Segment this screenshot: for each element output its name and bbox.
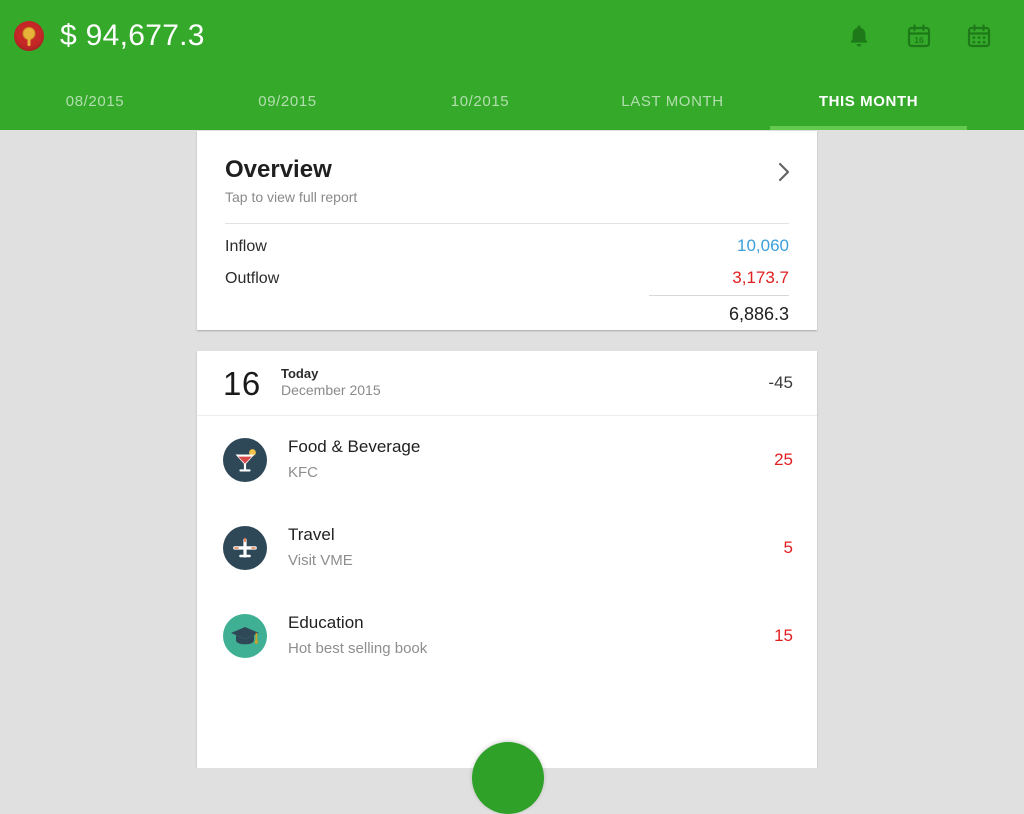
day-summary-amount: -45 — [768, 373, 793, 392]
transaction-amount: 15 — [774, 626, 793, 645]
transaction-text: Education Hot best selling book — [288, 612, 427, 660]
tab-this-month[interactable]: THIS MONTH — [770, 72, 967, 130]
transaction-amount: 5 — [783, 538, 793, 557]
outflow-label: Outflow — [225, 270, 280, 288]
tab-10-2015[interactable]: 10/2015 — [385, 72, 575, 130]
outflow-row: Outflow 3,173.7 — [225, 256, 789, 288]
tab-last-month[interactable]: LAST MONTH — [575, 72, 770, 130]
inflow-value: 10,060 — [737, 236, 789, 256]
transaction-row[interactable]: Travel Visit VME 5 — [197, 504, 817, 592]
day-header[interactable]: 16 Today December 2015 -45 — [197, 351, 817, 416]
transaction-row[interactable]: Food & Beverage KFC 25 — [197, 416, 817, 504]
overview-net-total: 6,886.3 — [728, 304, 789, 325]
notifications-icon[interactable] — [842, 19, 876, 53]
tab-future[interactable]: FUTURE — [967, 72, 1024, 130]
calendar-day-icon[interactable]: 16 — [902, 19, 936, 53]
medal-badge-icon — [14, 21, 44, 51]
day-card-16[interactable]: 16 Today December 2015 -45 Food & Bevera… — [197, 351, 817, 768]
outflow-value: 3,173.7 — [732, 268, 789, 288]
transaction-category: Travel — [288, 525, 335, 545]
overview-title: Overview — [225, 156, 332, 183]
airplane-icon — [223, 526, 267, 570]
tab-08-2015[interactable]: 08/2015 — [0, 72, 190, 130]
transaction-note: KFC — [288, 464, 318, 482]
add-transaction-fab[interactable] — [472, 742, 544, 814]
overview-subtitle: Tap to view full report — [225, 189, 358, 206]
graduation-cap-icon — [223, 614, 267, 658]
overview-card[interactable]: Overview Tap to view full report Inflow … — [197, 131, 817, 330]
chevron-right-icon[interactable] — [773, 161, 795, 183]
cocktail-glass-icon — [223, 438, 267, 482]
day-relative-label: Today — [281, 366, 319, 382]
total-balance: $ 94,677.3 — [60, 19, 205, 52]
app-bar-actions: 16 — [842, 19, 996, 53]
overview-figures: Inflow 10,060 Outflow 3,173.7 6,886.3 — [197, 224, 817, 325]
transaction-note: Hot best selling book — [288, 640, 428, 658]
transaction-text: Travel Visit VME — [288, 524, 353, 572]
transaction-category: Education — [288, 613, 364, 633]
calendar-month-icon[interactable] — [962, 19, 996, 53]
day-label-group: Today December 2015 — [281, 366, 381, 400]
app-bar: $ 94,677.3 16 — [0, 0, 1024, 72]
transaction-note: Visit VME — [288, 552, 353, 570]
transaction-amount: 25 — [774, 450, 793, 469]
inflow-label: Inflow — [225, 238, 267, 256]
inflow-row: Inflow 10,060 — [225, 224, 789, 256]
overview-header: Overview Tap to view full report — [197, 131, 817, 205]
day-number: 16 — [223, 364, 261, 402]
day-month-year: December 2015 — [281, 382, 381, 399]
calendar-day-number: 16 — [914, 35, 924, 45]
period-tab-bar[interactable]: 08/2015 09/2015 10/2015 LAST MONTH THIS … — [0, 72, 1024, 130]
transaction-text: Food & Beverage KFC — [288, 436, 420, 484]
content-scroll-area[interactable]: Overview Tap to view full report Inflow … — [0, 130, 1024, 768]
transaction-category: Food & Beverage — [288, 437, 421, 457]
transaction-row[interactable]: Education Hot best selling book 15 — [197, 592, 817, 680]
tab-09-2015[interactable]: 09/2015 — [190, 72, 385, 130]
medal-stem — [27, 38, 31, 46]
